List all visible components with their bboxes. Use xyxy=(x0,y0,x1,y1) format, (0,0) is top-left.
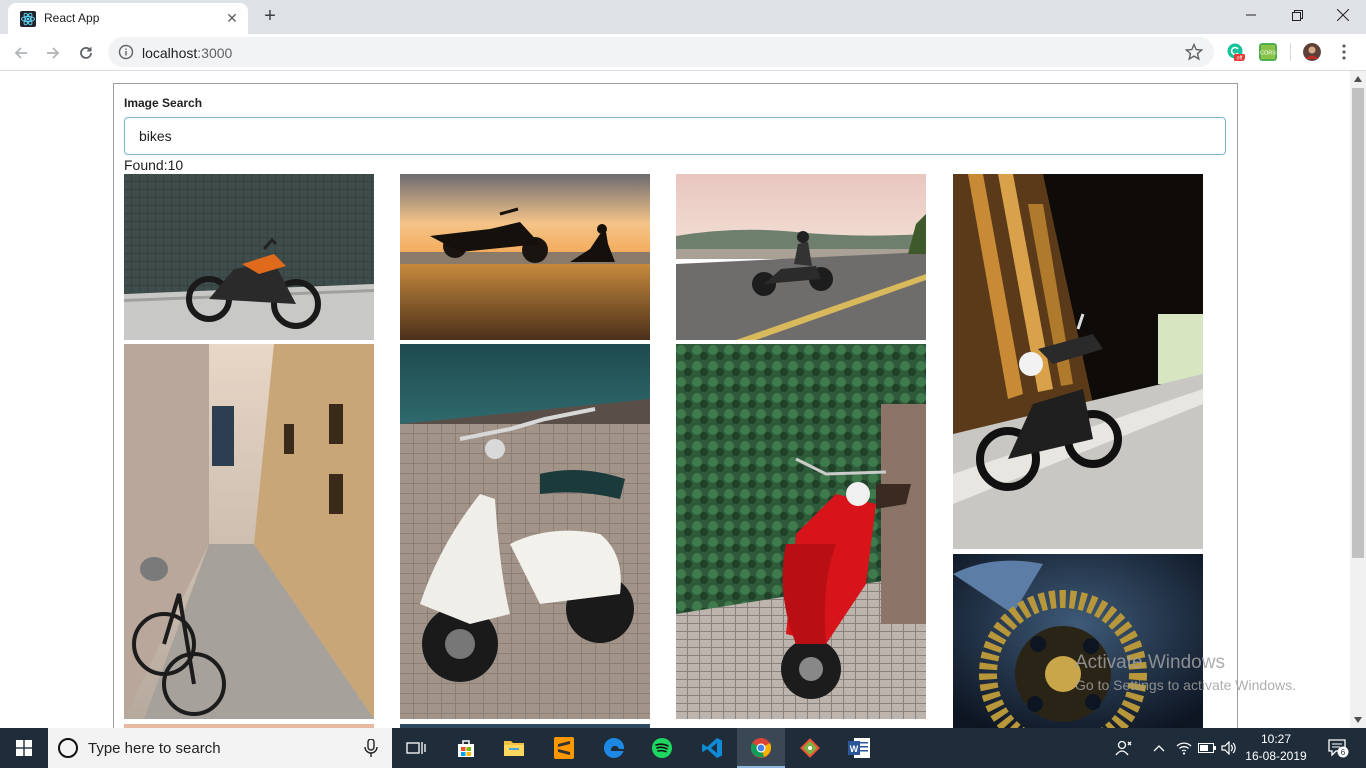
found-number: 10 xyxy=(167,157,184,173)
browser-menu-icon[interactable] xyxy=(1335,43,1353,61)
edge-icon xyxy=(603,737,625,758)
microsoft-store-icon xyxy=(458,740,474,757)
taskbar-chrome[interactable] xyxy=(737,728,785,768)
task-view-icon xyxy=(406,742,426,754)
folder-icon xyxy=(504,741,524,756)
network-status[interactable] xyxy=(1174,728,1194,768)
taskbar-word[interactable]: W xyxy=(835,728,883,768)
image-result-6[interactable] xyxy=(400,344,650,719)
battery-icon xyxy=(1198,743,1216,753)
notification-icon: 6 xyxy=(1328,739,1349,758)
svg-text:W: W xyxy=(850,744,859,754)
people-icon xyxy=(1115,740,1132,756)
taskbar-clock[interactable]: 10:27 16-08-2019 xyxy=(1236,731,1316,765)
image-result-2[interactable] xyxy=(400,174,650,340)
wifi-icon xyxy=(1176,742,1192,755)
taskbar-search-box[interactable]: Type here to search xyxy=(48,728,392,768)
tab-title: React App xyxy=(44,11,100,25)
clock-time: 10:27 xyxy=(1260,732,1292,746)
close-icon xyxy=(1337,9,1349,21)
svg-text:CORS: CORS xyxy=(1260,51,1276,57)
taskbar-git[interactable] xyxy=(786,728,834,768)
chrome-icon xyxy=(750,738,772,758)
activate-windows-subtitle: Go to Settings to activate Windows. xyxy=(1075,677,1296,693)
image-result-4[interactable] xyxy=(953,174,1203,549)
windows-taskbar: Type here to search W 10:27 16-08-2019 6 xyxy=(0,728,1366,768)
reload-button[interactable] xyxy=(73,40,99,66)
word-icon: W xyxy=(848,738,870,758)
taskbar-spotify[interactable] xyxy=(638,728,686,768)
arrow-left-icon xyxy=(14,47,27,59)
search-input[interactable] xyxy=(124,117,1226,155)
image-search-card: Image Search Found:10 xyxy=(113,83,1238,728)
url-host: localhost xyxy=(142,45,198,61)
sublime-text-icon xyxy=(554,737,574,759)
image-result-8[interactable] xyxy=(953,554,1203,728)
back-button[interactable] xyxy=(8,40,34,66)
taskbar-sublime-text[interactable] xyxy=(540,728,588,768)
cortana-icon xyxy=(58,738,78,758)
grammarly-extension-icon[interactable]: off xyxy=(1227,43,1245,61)
address-bar[interactable]: localhost:3000 xyxy=(108,37,1214,67)
react-favicon-icon xyxy=(20,11,36,27)
svg-text:off: off xyxy=(1236,56,1242,62)
search-label: Image Search xyxy=(124,96,203,110)
arrow-right-icon xyxy=(47,47,60,59)
git-icon xyxy=(800,738,820,758)
image-result-5[interactable] xyxy=(124,344,374,719)
scrollbar-thumb[interactable] xyxy=(1352,88,1364,558)
taskbar-search-placeholder: Type here to search xyxy=(88,740,221,757)
found-count: Found:10 xyxy=(124,157,183,173)
restore-icon xyxy=(1291,9,1303,21)
start-button[interactable] xyxy=(0,728,48,768)
image-result-3[interactable] xyxy=(676,174,926,340)
cors-extension-icon[interactable]: CORS xyxy=(1259,43,1277,61)
speaker-icon xyxy=(1221,741,1236,755)
spotify-icon xyxy=(652,738,672,758)
taskbar-store[interactable] xyxy=(442,728,490,768)
reload-icon xyxy=(80,47,92,59)
clock-date: 16-08-2019 xyxy=(1245,749,1307,763)
taskbar-edge[interactable] xyxy=(590,728,638,768)
taskbar-file-explorer[interactable] xyxy=(490,728,538,768)
new-tab-button[interactable]: + xyxy=(260,6,280,26)
taskbar-vscode[interactable] xyxy=(688,728,736,768)
url-port: :3000 xyxy=(197,45,233,61)
tab-close-icon[interactable]: ✕ xyxy=(224,10,240,26)
page-scrollbar[interactable] xyxy=(1350,71,1366,728)
close-window-button[interactable] xyxy=(1320,0,1366,30)
people-button[interactable] xyxy=(1112,728,1136,768)
action-center-button[interactable]: 6 xyxy=(1318,728,1358,768)
windows-logo-icon xyxy=(16,740,32,756)
info-icon[interactable] xyxy=(118,44,134,60)
toolbar-divider xyxy=(1290,43,1291,61)
address-url: localhost:3000 xyxy=(142,45,232,61)
browser-tab[interactable]: React App ✕ xyxy=(8,3,248,34)
restore-button[interactable] xyxy=(1274,0,1320,30)
notification-count: 6 xyxy=(1341,748,1346,757)
minimize-icon xyxy=(1246,14,1256,16)
image-result-1[interactable] xyxy=(124,174,374,340)
battery-status[interactable] xyxy=(1197,728,1217,768)
scroll-up-arrow-icon[interactable] xyxy=(1350,71,1366,87)
profile-avatar[interactable] xyxy=(1303,43,1321,61)
browser-toolbar: localhost:3000 off CORS xyxy=(0,34,1366,71)
vscode-icon xyxy=(702,738,722,758)
image-result-7[interactable] xyxy=(676,344,926,719)
bookmark-star-icon[interactable] xyxy=(1185,43,1203,61)
scroll-down-arrow-icon[interactable] xyxy=(1350,712,1366,728)
forward-button[interactable] xyxy=(40,40,66,66)
microphone-icon[interactable] xyxy=(364,739,378,757)
activate-windows-title: Activate Windows xyxy=(1075,652,1225,673)
page-content: Image Search Found:10 xyxy=(0,71,1350,728)
browser-titlebar: React App ✕ + xyxy=(0,0,1366,34)
task-view-button[interactable] xyxy=(392,728,440,768)
chevron-up-icon xyxy=(1153,745,1165,752)
show-hidden-icons-button[interactable] xyxy=(1150,728,1168,768)
found-prefix: Found: xyxy=(124,157,168,173)
minimize-button[interactable] xyxy=(1228,0,1274,30)
